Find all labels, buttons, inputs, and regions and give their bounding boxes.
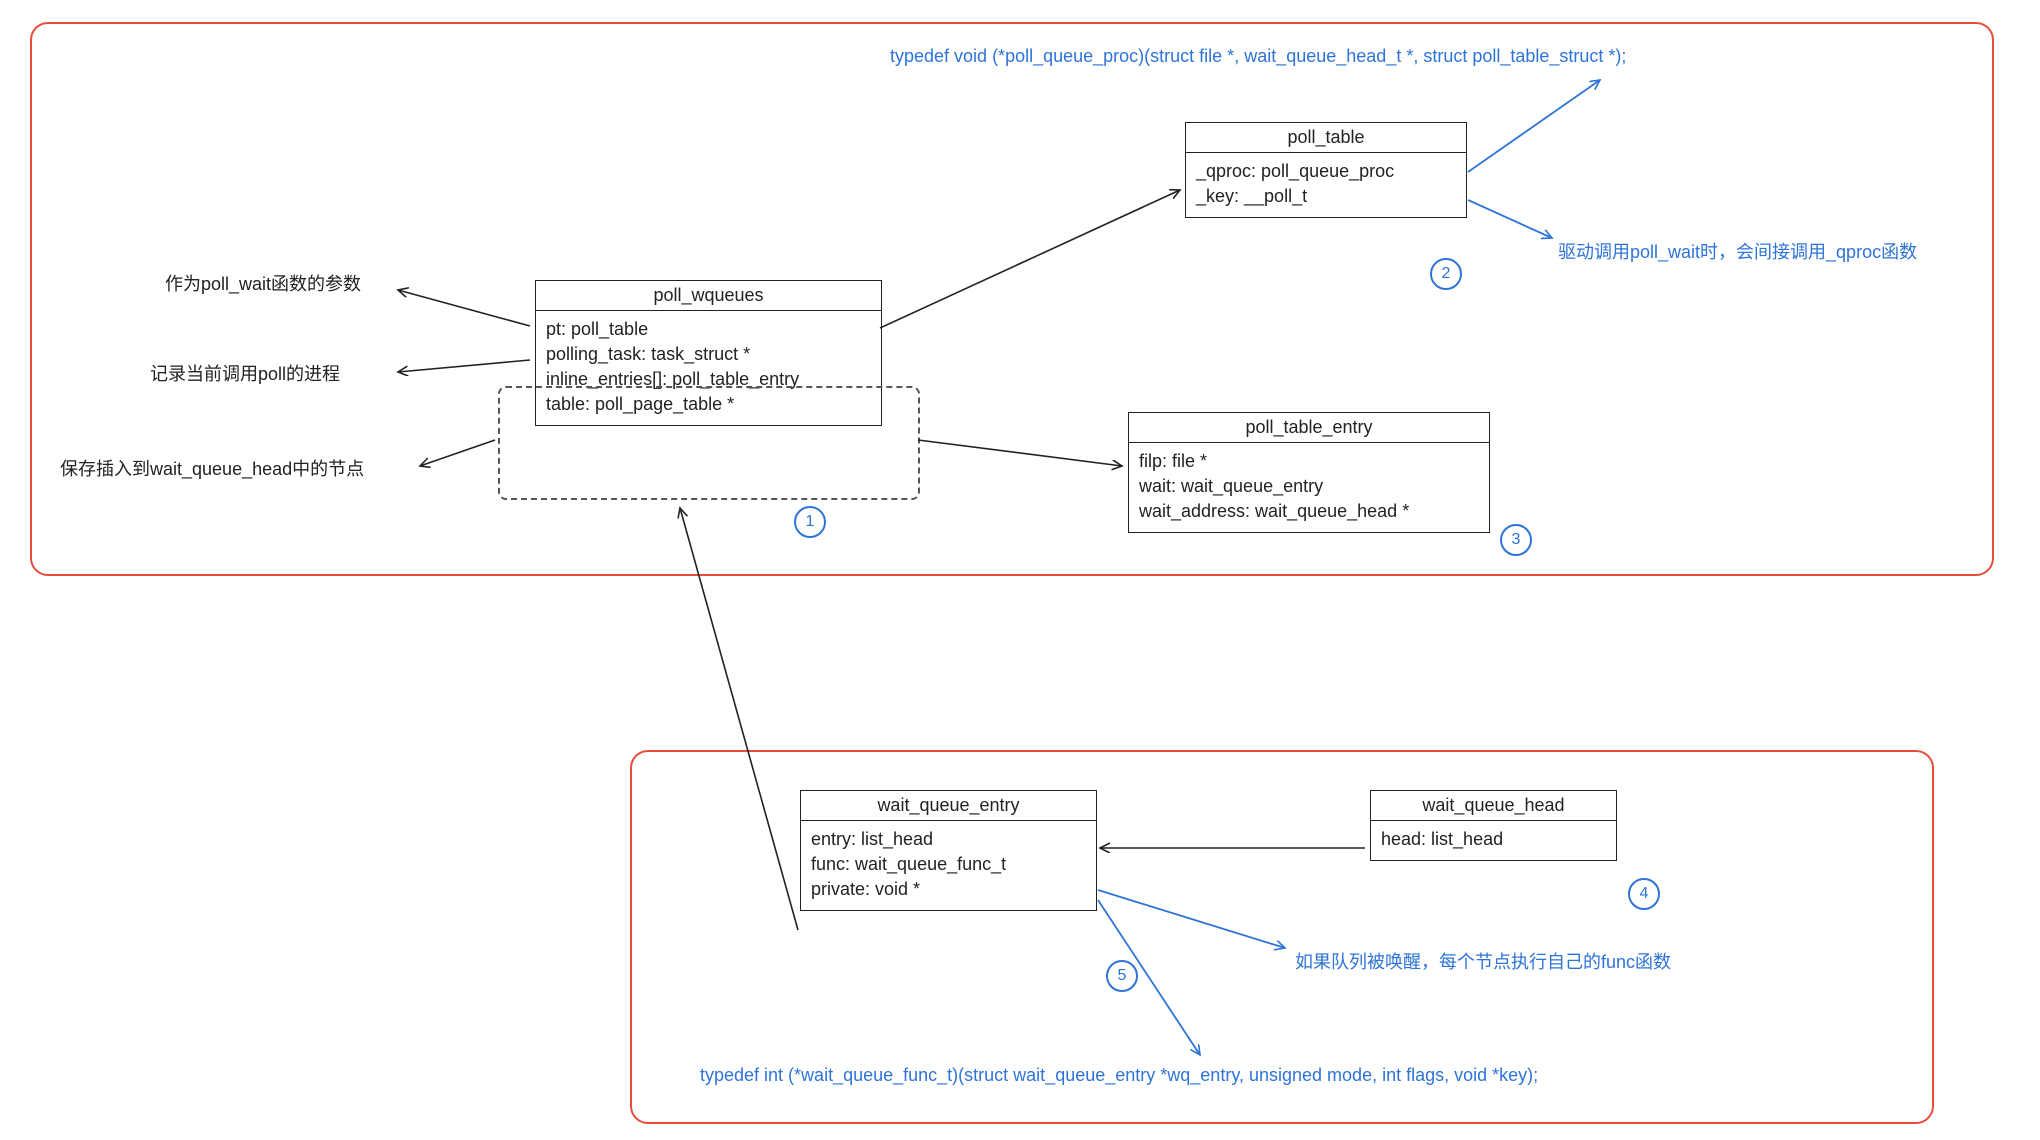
field: _qproc: poll_queue_proc: [1196, 159, 1456, 184]
entity-poll-table-entry: poll_table_entry filp: file * wait: wait…: [1128, 412, 1490, 533]
panel-top: [30, 22, 1994, 576]
entity-title: poll_table: [1186, 123, 1466, 153]
field: wait_address: wait_queue_head *: [1139, 499, 1479, 524]
entity-title: poll_table_entry: [1129, 413, 1489, 443]
note-qproc-call: 驱动调用poll_wait时，会间接调用_qproc函数: [1558, 238, 1917, 264]
badge-label: 3: [1512, 531, 1521, 549]
badge-label: 1: [806, 513, 815, 531]
entity-body: filp: file * wait: wait_queue_entry wait…: [1129, 443, 1489, 532]
entity-poll-table: poll_table _qproc: poll_queue_proc _key:…: [1185, 122, 1467, 218]
field: entry: list_head: [811, 827, 1086, 852]
note-typedef-proc: typedef void (*poll_queue_proc)(struct f…: [890, 46, 1626, 67]
badge-label: 2: [1442, 265, 1451, 283]
field: head: list_head: [1381, 827, 1606, 852]
badge-4: 4: [1628, 878, 1660, 910]
entity-body: entry: list_head func: wait_queue_func_t…: [801, 821, 1096, 910]
entity-wait-queue-head: wait_queue_head head: list_head: [1370, 790, 1617, 861]
entity-body: _qproc: poll_queue_proc _key: __poll_t: [1186, 153, 1466, 217]
note-func-exec: 如果队列被唤醒，每个节点执行自己的func函数: [1295, 948, 1671, 974]
entity-body: head: list_head: [1371, 821, 1616, 860]
field: wait: wait_queue_entry: [1139, 474, 1479, 499]
field: func: wait_queue_func_t: [811, 852, 1086, 877]
badge-label: 5: [1118, 967, 1127, 985]
entity-title: poll_wqueues: [536, 281, 881, 311]
entity-title: wait_queue_head: [1371, 791, 1616, 821]
entity-wait-queue-entry: wait_queue_entry entry: list_head func: …: [800, 790, 1097, 911]
field: filp: file *: [1139, 449, 1479, 474]
note-record-proc: 记录当前调用poll的进程: [150, 360, 340, 386]
field: pt: poll_table: [546, 317, 871, 342]
badge-5: 5: [1106, 960, 1138, 992]
dashed-group-inline-entries: [498, 386, 920, 500]
badge-1: 1: [794, 506, 826, 538]
badge-label: 4: [1640, 885, 1649, 903]
field: private: void *: [811, 877, 1086, 902]
note-save-node: 保存插入到wait_queue_head中的节点: [60, 455, 364, 481]
diagram-stage: { "panels": { "top": true, "bottom": tru…: [0, 0, 2040, 1140]
entity-title: wait_queue_entry: [801, 791, 1096, 821]
field: polling_task: task_struct *: [546, 342, 871, 367]
note-typedef-wqfunc: typedef int (*wait_queue_func_t)(struct …: [700, 1065, 1538, 1086]
badge-2: 2: [1430, 258, 1462, 290]
field: _key: __poll_t: [1196, 184, 1456, 209]
badge-3: 3: [1500, 524, 1532, 556]
note-arg-pollwait: 作为poll_wait函数的参数: [165, 270, 361, 296]
